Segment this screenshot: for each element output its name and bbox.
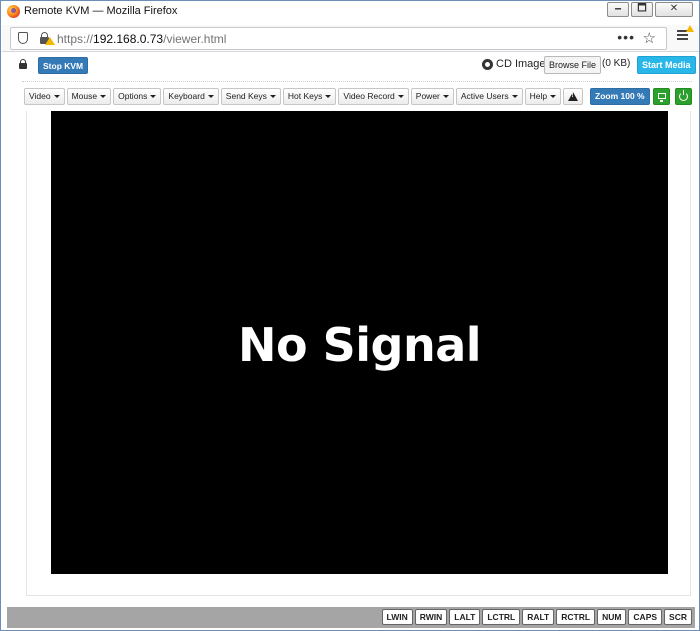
caret-down-icon xyxy=(269,95,276,99)
url-bar[interactable]: https://192.168.0.73/viewer.html ••• ☆ xyxy=(10,27,667,50)
caret-down-icon xyxy=(100,95,107,99)
menu-video-record[interactable]: Video Record xyxy=(338,88,409,105)
navigation-bar: https://192.168.0.73/viewer.html ••• ☆ xyxy=(2,25,699,52)
kvm-toolbar: Video Mouse Options Keyboard Send Keys H… xyxy=(24,88,584,106)
key-indicators: LWIN RWIN LALT LCTRL RALT RCTRL NUM CAPS… xyxy=(381,609,692,625)
menu-video[interactable]: Video xyxy=(24,88,65,105)
key-num[interactable]: NUM xyxy=(597,609,627,625)
caret-down-icon xyxy=(53,95,60,99)
update-warning-icon xyxy=(686,25,694,32)
warning-button[interactable] xyxy=(563,88,584,105)
firefox-logo-icon xyxy=(7,5,20,18)
key-lwin[interactable]: LWIN xyxy=(381,609,413,625)
menu-options[interactable]: Options xyxy=(113,88,162,105)
power-icon xyxy=(679,90,688,101)
caret-down-icon xyxy=(442,95,449,99)
tracking-shield-icon[interactable] xyxy=(18,32,28,44)
cd-disc-icon xyxy=(482,59,493,70)
caret-down-icon xyxy=(511,95,518,99)
cd-image-label: CD Image: xyxy=(496,58,549,70)
key-lctrl[interactable]: LCTRL xyxy=(482,609,521,625)
key-lalt[interactable]: LALT xyxy=(449,609,481,625)
window-controls: 🗕 🗖 ✕ xyxy=(607,2,693,17)
key-rwin[interactable]: RWIN xyxy=(414,609,448,625)
menu-send-keys[interactable]: Send Keys xyxy=(220,88,281,105)
window-title: Remote KVM — Mozilla Firefox xyxy=(24,5,178,17)
browser-window: Remote KVM — Mozilla Firefox 🗕 🗖 ✕ https… xyxy=(0,0,700,631)
key-ralt[interactable]: RALT xyxy=(522,609,555,625)
menu-hamburger-icon[interactable] xyxy=(677,25,694,42)
caret-down-icon xyxy=(207,95,214,99)
key-rctrl[interactable]: RCTRL xyxy=(556,609,596,625)
caret-down-icon xyxy=(550,95,557,99)
status-bar: LWIN RWIN LALT LCTRL RALT RCTRL NUM CAPS… xyxy=(7,607,695,628)
page-actions-icon[interactable]: ••• xyxy=(617,29,635,45)
cd-file-size: (0 KB) xyxy=(602,58,631,69)
menu-mouse[interactable]: Mouse xyxy=(66,88,112,105)
menu-hot-keys[interactable]: Hot Keys xyxy=(282,88,337,105)
title-bar: Remote KVM — Mozilla Firefox 🗕 🗖 ✕ xyxy=(1,1,699,23)
caret-down-icon xyxy=(325,95,332,99)
remote-screen[interactable]: No Signal xyxy=(51,111,668,574)
power-button[interactable] xyxy=(675,88,692,105)
no-signal-message: No Signal xyxy=(238,317,482,372)
menu-power[interactable]: Power xyxy=(410,88,454,105)
close-window-button[interactable]: ✕ xyxy=(655,2,693,17)
menu-active-users[interactable]: Active Users xyxy=(455,88,523,105)
caret-down-icon xyxy=(150,95,157,99)
top-controls: Stop KVM CD Image: Browse File (0 KB) St… xyxy=(2,53,699,79)
zoom-button[interactable]: Zoom 100 % xyxy=(590,88,650,105)
kvm-page: Stop KVM CD Image: Browse File (0 KB) St… xyxy=(2,53,699,609)
minimize-button[interactable]: 🗕 xyxy=(607,2,629,17)
url-text[interactable]: https://192.168.0.73/viewer.html xyxy=(57,32,226,46)
lock-icon[interactable] xyxy=(19,59,27,69)
menu-keyboard[interactable]: Keyboard xyxy=(163,88,219,105)
bookmark-star-icon[interactable]: ☆ xyxy=(643,29,656,47)
divider xyxy=(22,81,692,82)
monitor-icon xyxy=(658,93,666,102)
warning-icon xyxy=(568,92,579,101)
maximize-button[interactable]: 🗖 xyxy=(631,2,653,17)
browse-file-button[interactable]: Browse File xyxy=(544,56,602,74)
start-media-button[interactable]: Start Media xyxy=(637,56,696,74)
key-caps[interactable]: CAPS xyxy=(628,609,663,625)
stop-kvm-button[interactable]: Stop KVM xyxy=(38,57,89,74)
key-scr[interactable]: SCR xyxy=(664,609,692,625)
display-button[interactable] xyxy=(653,88,670,105)
insecure-lock-icon[interactable] xyxy=(40,32,55,45)
caret-down-icon xyxy=(397,95,404,99)
menu-help[interactable]: Help xyxy=(524,88,562,105)
